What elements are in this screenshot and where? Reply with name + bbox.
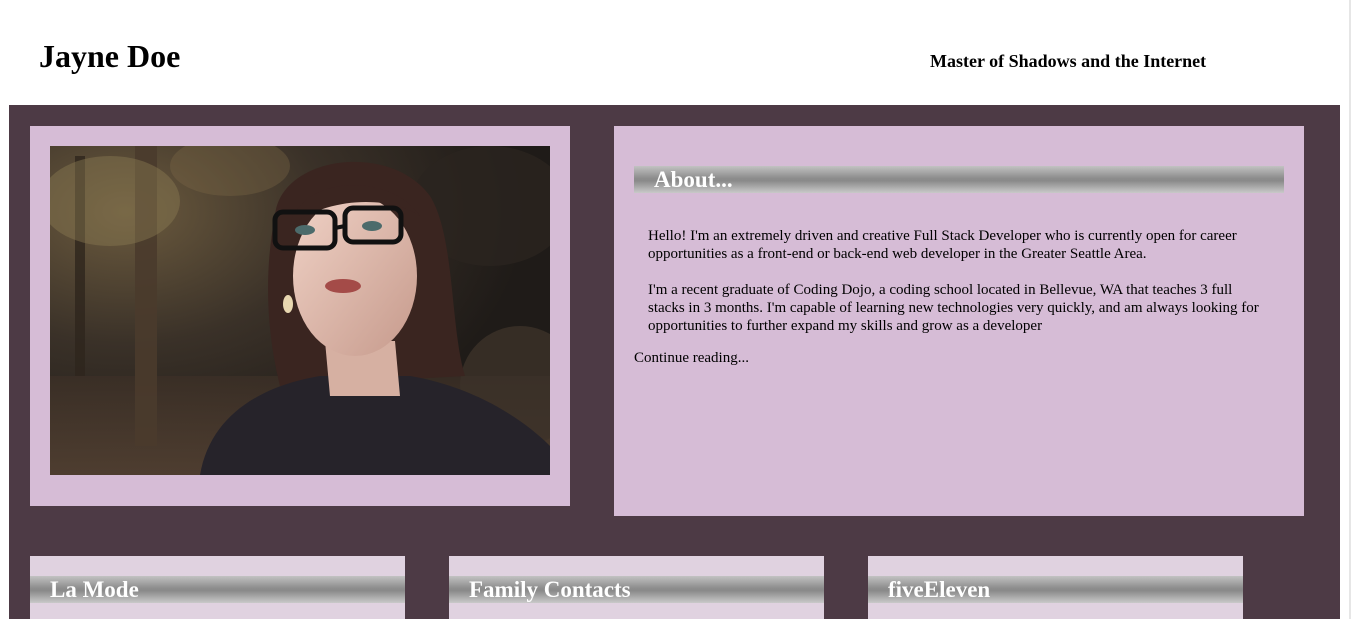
about-card: About... Hello! I'm an extremely driven … bbox=[614, 126, 1304, 516]
project-card-la-mode[interactable]: La Mode bbox=[30, 556, 405, 619]
about-heading: About... bbox=[634, 166, 1284, 193]
project-card-family-contacts[interactable]: Family Contacts bbox=[449, 556, 824, 619]
about-paragraph-education: I'm a recent graduate of Coding Dojo, a … bbox=[648, 282, 1259, 334]
main-content: About... Hello! I'm an extremely driven … bbox=[9, 105, 1340, 619]
project-title: fiveEleven bbox=[868, 576, 1243, 603]
project-title: La Mode bbox=[30, 576, 405, 603]
photo-card bbox=[30, 126, 570, 506]
about-paragraph-intro: Hello! I'm an extremely driven and creat… bbox=[648, 228, 1237, 262]
project-title: Family Contacts bbox=[449, 576, 824, 603]
about-text: Hello! I'm an extremely driven and creat… bbox=[648, 227, 1268, 353]
site-title: Jayne Doe bbox=[39, 38, 181, 74]
profile-photo bbox=[50, 146, 550, 475]
site-header: Jayne Doe Master of Shadows and the Inte… bbox=[0, 0, 1349, 105]
project-card-fiveeleven[interactable]: fiveEleven bbox=[868, 556, 1243, 619]
continue-reading-link[interactable]: Continue reading... bbox=[634, 349, 749, 367]
site-tagline: Master of Shadows and the Internet bbox=[930, 51, 1207, 71]
